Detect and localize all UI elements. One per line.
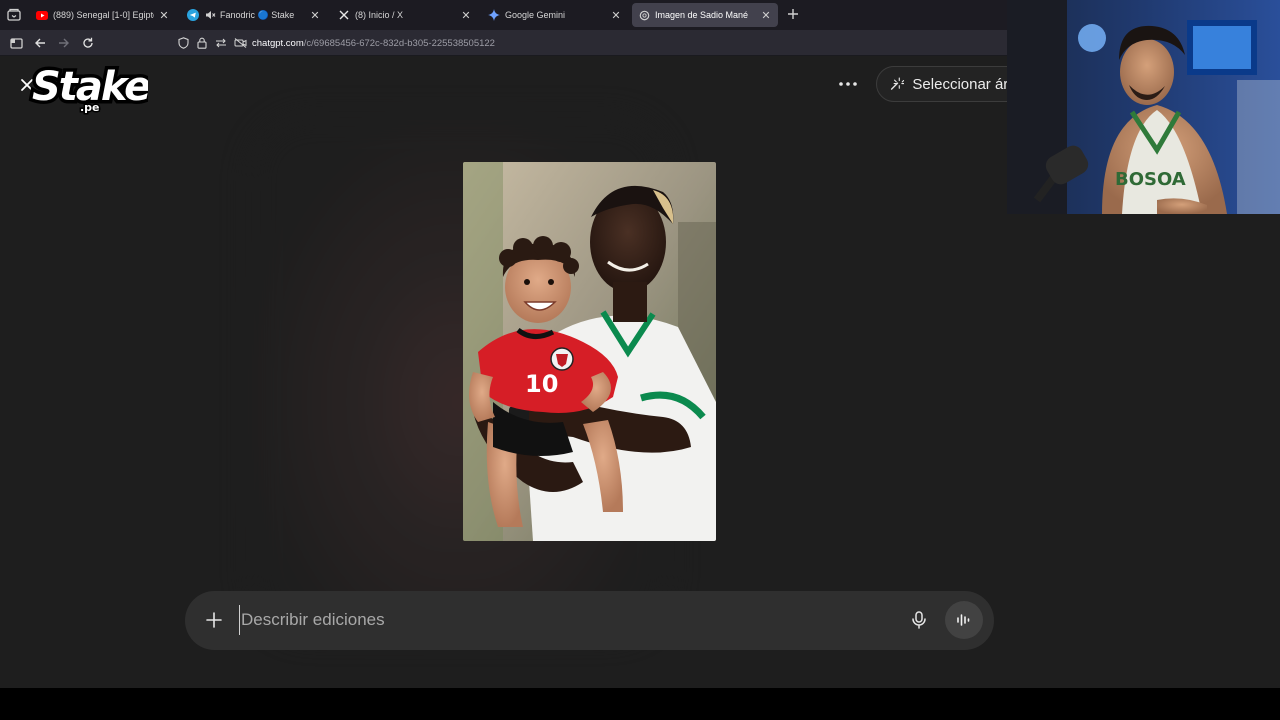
describe-edits-input[interactable] [239,605,879,635]
voice-mode-button[interactable] [945,601,983,639]
muted-speaker-icon[interactable] [204,9,216,21]
tab-youtube[interactable]: (889) Senegal [1-0] Egipto | Res ✕ [30,3,176,27]
select-area-icon [890,77,905,90]
close-tab-icon[interactable]: ✕ [158,9,170,22]
close-tab-icon[interactable]: ✕ [460,9,472,22]
telegram-icon [187,9,199,21]
youtube-icon [36,9,48,21]
tab-list-icon[interactable] [6,7,22,23]
gemini-icon [488,9,500,21]
url-path: /c/69685456-672c-832d-b305-225538505122 [303,37,495,49]
sidebar-toggle-icon[interactable] [8,35,24,51]
tab-label: Imagen de Sadio Mané [655,10,749,20]
svg-text:10: 10 [525,370,558,398]
lock-icon[interactable] [195,36,209,50]
back-arrow-icon[interactable] [32,35,48,51]
tab-gemini[interactable]: Google Gemini ✕ [482,3,628,27]
tab-chatgpt[interactable]: Imagen de Sadio Mané ✕ [632,3,778,27]
tracking-shield-icon[interactable] [176,36,190,50]
stake-logo: Stake .pe [29,61,149,116]
more-options-button[interactable] [836,76,860,92]
url-bar[interactable]: chatgpt.com/c/69685456-672c-832d-b305-22… [176,33,1006,53]
add-attachment-icon[interactable] [204,610,224,630]
close-tab-icon[interactable]: ✕ [610,9,622,22]
tab-telegram[interactable]: Fanodric 🔵 Stake ✕ [181,3,327,27]
microphone-icon[interactable] [909,610,929,630]
close-tab-icon[interactable]: ✕ [309,9,321,22]
more-options-icon [839,82,857,86]
streamer-webcam: BOSOA [1007,0,1280,214]
reload-icon[interactable] [80,35,96,51]
x-icon [338,9,350,21]
svg-text:.pe: .pe [80,101,100,114]
new-tab-icon[interactable] [786,7,800,21]
generated-image[interactable]: 10 [463,162,716,541]
bottom-bar [0,688,1280,720]
url-host: chatgpt.com [252,37,304,49]
close-tab-icon[interactable]: ✕ [760,9,772,22]
svg-text:BOSOA: BOSOA [1115,169,1186,190]
voice-waveform-icon [957,614,970,626]
select-area-button[interactable]: Seleccionar área [876,66,1026,102]
edit-prompt-composer [185,591,994,650]
camera-blocked-icon[interactable] [233,36,247,50]
tab-label: (889) Senegal [1-0] Egipto | Res [53,10,154,20]
forward-arrow-icon[interactable] [56,35,72,51]
tab-x[interactable]: (8) Inicio / X ✕ [332,3,478,27]
tab-label: (8) Inicio / X [355,10,404,20]
tab-label: Fanodric 🔵 Stake [220,9,295,20]
tab-label: Google Gemini [505,10,566,20]
permissions-icon[interactable] [214,36,228,50]
chatgpt-icon [638,9,650,21]
